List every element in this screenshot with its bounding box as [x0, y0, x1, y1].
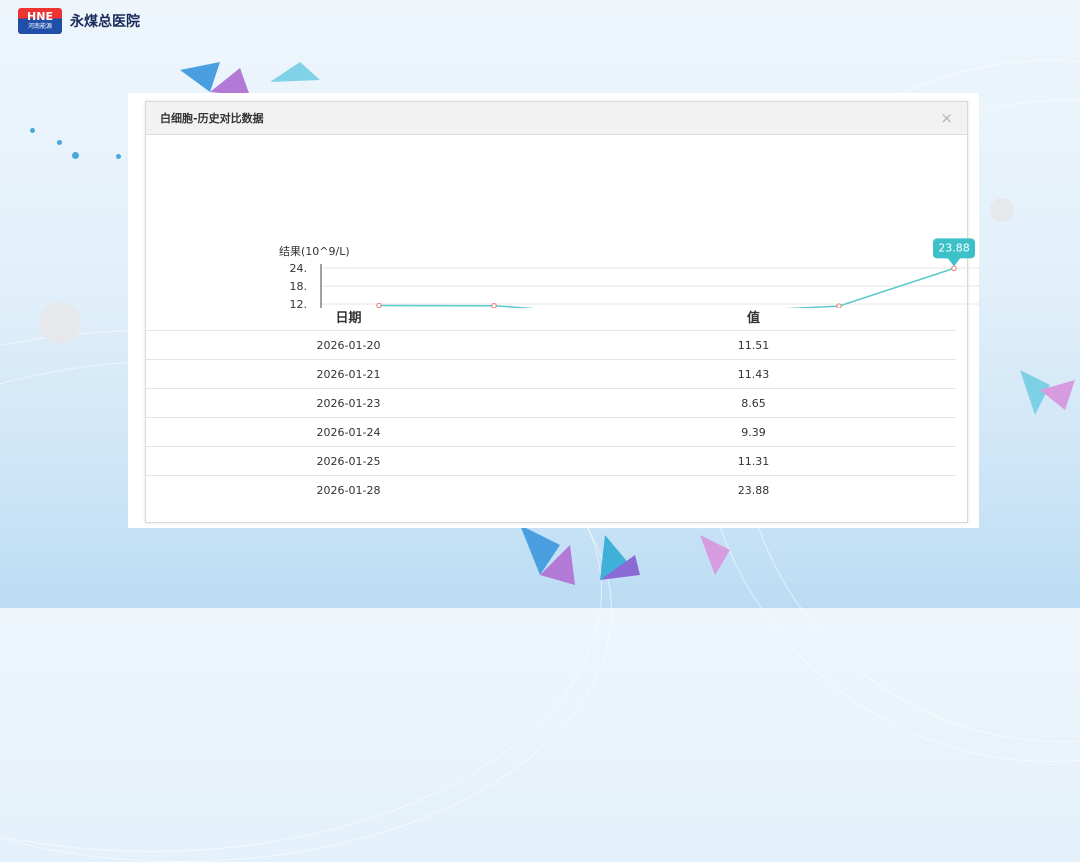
table-cell-date: 2026-01-23 [146, 388, 551, 418]
table-cell-value: 9.39 [551, 417, 956, 447]
table-row: 2026-01-23 8.65 [146, 388, 956, 418]
table-cell-value: 11.43 [551, 359, 956, 389]
table-cell-value: 23.88 [551, 475, 956, 504]
table-cell-value: 8.65 [551, 388, 956, 418]
paper-crane-deco-icon [520, 525, 730, 585]
table-row: 2026-01-24 9.39 [146, 417, 956, 447]
table-cell-date: 2026-01-21 [146, 359, 551, 389]
logo-mark-subtext: 河南能源 [27, 23, 52, 30]
max-value-label: 23.88 [938, 241, 970, 254]
table-cell-value: 11.31 [551, 446, 956, 476]
close-icon[interactable]: × [940, 109, 953, 127]
paper-crane-deco-icon [180, 62, 320, 96]
line-chart: 结果(10^9/L)24.18.12.7.0.日期9.53.52026-01-2… [129, 138, 980, 308]
table-row: 2026-01-21 11.43 [146, 359, 956, 389]
y-tick-label: 24. [290, 262, 308, 275]
logo-mark-icon: HNE 河南能源 [18, 8, 62, 34]
paper-crane-deco-icon [1020, 370, 1075, 415]
hospital-name: 永煤总医院 [70, 14, 140, 30]
dialog-header: 白细胞-历史对比数据 × [146, 102, 967, 135]
table-cell-date: 2026-01-24 [146, 417, 551, 447]
table-header-date: 日期 [146, 302, 551, 331]
chart-svg: 结果(10^9/L)24.18.12.7.0.日期9.53.52026-01-2… [279, 238, 980, 308]
history-table: 日期 值 2026-01-20 11.51 2026-01-21 11.43 2… [146, 302, 956, 504]
table-header-value: 值 [551, 302, 956, 331]
table-cell-date: 2026-01-25 [146, 446, 551, 476]
table-row: 2026-01-28 23.88 [146, 475, 956, 504]
data-point [951, 265, 957, 272]
table-cell-date: 2026-01-28 [146, 475, 551, 504]
y-axis-label: 结果(10^9/L) [279, 245, 350, 258]
dialog-title: 白细胞-历史对比数据 [160, 112, 264, 125]
table-row: 2026-01-20 11.51 [146, 330, 956, 360]
table-cell-value: 11.51 [551, 330, 956, 360]
table-cell-date: 2026-01-20 [146, 330, 551, 360]
content-card: 白细胞-历史对比数据 × 结果(10^9/L)24.18.12.7.0.日期9.… [128, 93, 980, 528]
y-tick-label: 18. [290, 280, 308, 293]
table-row: 2026-01-25 11.31 [146, 446, 956, 476]
hospital-logo: HNE 河南能源 永煤总医院 [18, 8, 140, 34]
logo-mark-text: HNE [27, 10, 53, 23]
history-compare-dialog: 白细胞-历史对比数据 × 结果(10^9/L)24.18.12.7.0.日期9.… [145, 101, 980, 523]
